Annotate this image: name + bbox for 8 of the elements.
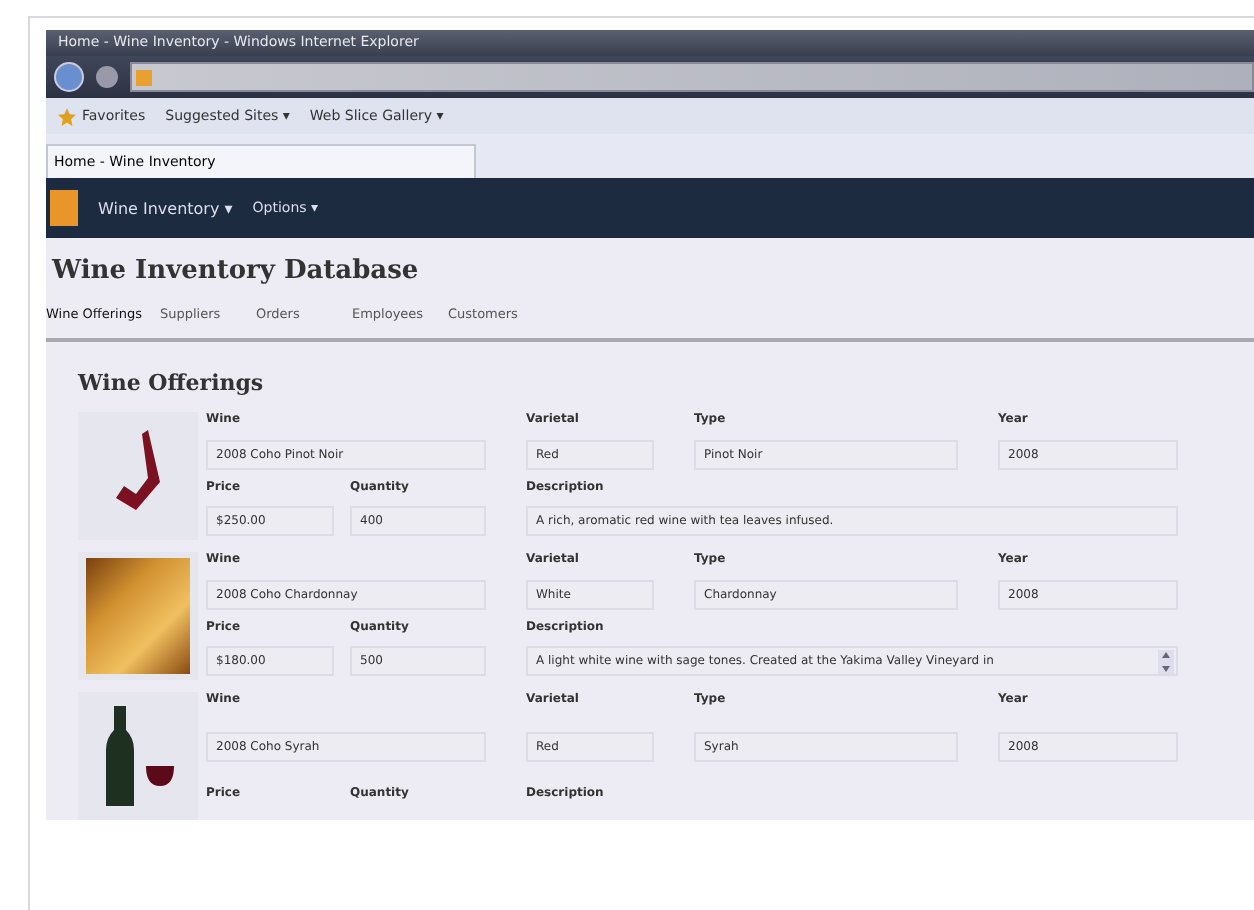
- section-title: Wine Offerings: [78, 370, 266, 396]
- page-title: Wine Inventory Database: [52, 256, 421, 286]
- forward-icon[interactable]: [96, 66, 118, 88]
- star-icon: [58, 107, 76, 125]
- scrollbar-icon[interactable]: [1158, 650, 1174, 675]
- address-field[interactable]: [130, 62, 1254, 92]
- nav-menu[interactable]: Wine Inventory ▾: [98, 199, 233, 217]
- back-icon[interactable]: [54, 62, 84, 92]
